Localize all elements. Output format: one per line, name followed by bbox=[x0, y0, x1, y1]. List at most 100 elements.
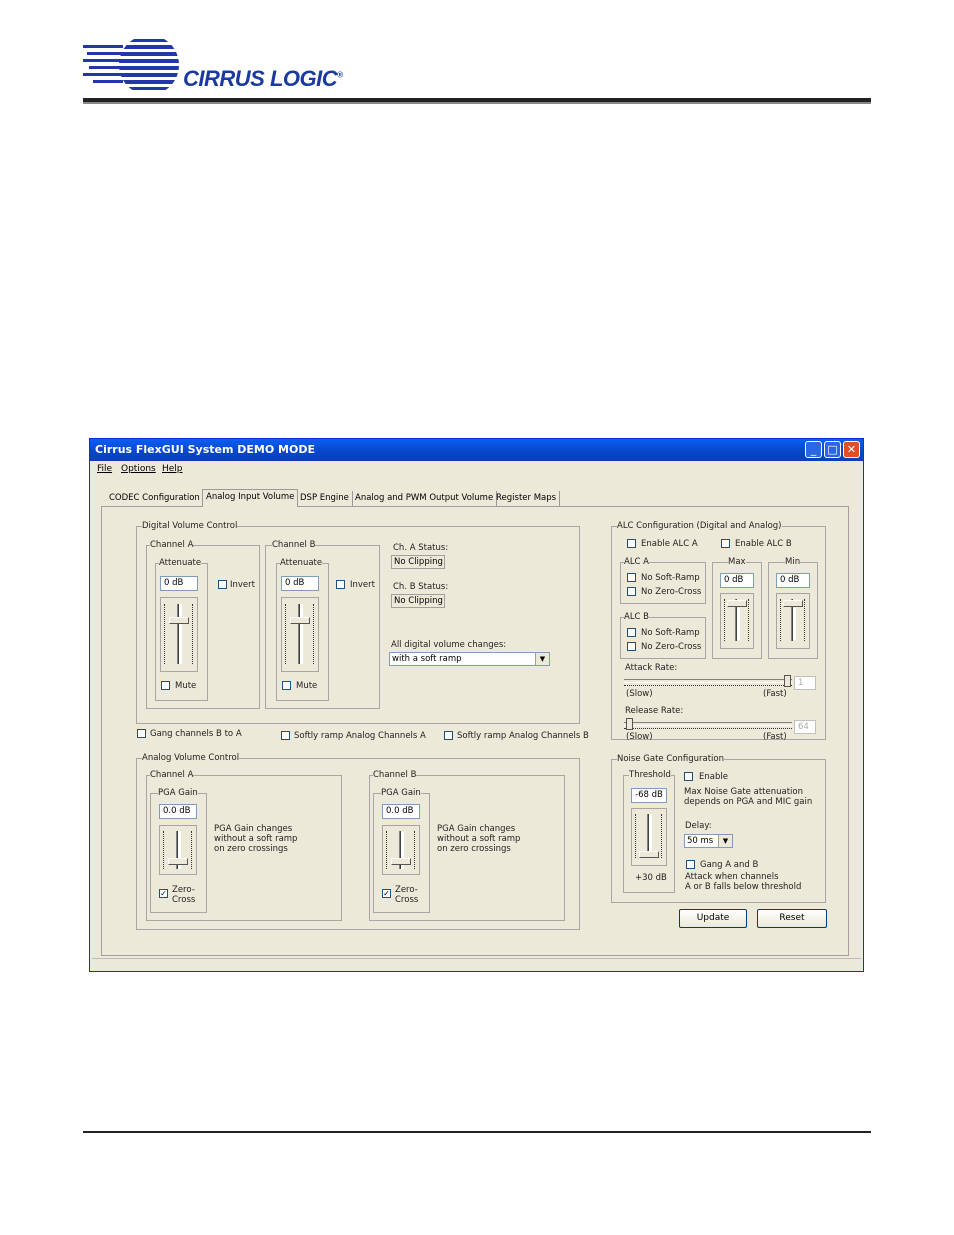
ch-a-status-label: Ch. A Status: bbox=[393, 543, 449, 553]
threshold-title: Threshold bbox=[629, 770, 671, 780]
analog-volume-title: Analog Volume Control bbox=[142, 753, 240, 763]
menu-options[interactable]: Options bbox=[121, 464, 156, 474]
threshold-value[interactable]: -68 dB bbox=[631, 788, 667, 803]
mute-b-checkbox[interactable] bbox=[282, 681, 291, 690]
enable-alc-b-checkbox[interactable] bbox=[721, 539, 730, 548]
attenuate-b-title: Attenuate bbox=[280, 558, 323, 568]
attenuate-b-thumb[interactable] bbox=[290, 617, 310, 624]
alc-a-no-soft-ramp-label: No Soft-Ramp bbox=[641, 573, 700, 583]
release-rate-label: Release Rate: bbox=[625, 706, 684, 716]
attack-fast-label: (Fast) bbox=[763, 689, 787, 699]
delay-dropdown[interactable]: 50 ms ▼ bbox=[684, 834, 733, 848]
minimize-icon[interactable]: _ bbox=[805, 441, 822, 458]
update-button[interactable]: Update bbox=[679, 909, 747, 928]
reset-button[interactable]: Reset bbox=[757, 909, 827, 928]
release-rate-thumb[interactable] bbox=[626, 718, 633, 730]
attenuate-b-slider[interactable] bbox=[281, 597, 319, 672]
zero-cross-a-label: Zero- Cross bbox=[172, 885, 196, 905]
pga-gain-b-value[interactable]: 0.0 dB bbox=[382, 804, 420, 819]
digital-channel-a-title: Channel A bbox=[150, 540, 194, 550]
ch-a-status: No Clipping bbox=[391, 555, 445, 569]
alc-b-no-zero-cross-checkbox[interactable] bbox=[627, 642, 636, 651]
attack-rate-slider[interactable] bbox=[624, 675, 792, 689]
attack-rate-label: Attack Rate: bbox=[625, 663, 678, 673]
pga-gain-a-value[interactable]: 0.0 dB bbox=[159, 804, 197, 819]
delay-value: 50 ms bbox=[687, 836, 714, 846]
tab-codec-configuration[interactable]: CODEC Configuration bbox=[106, 491, 204, 506]
pga-gain-a-slider[interactable] bbox=[159, 825, 197, 875]
soft-ramp-b-label: Softly ramp Analog Channels B bbox=[457, 731, 589, 741]
volume-changes-value: with a soft ramp bbox=[392, 654, 462, 664]
enable-alc-a-checkbox[interactable] bbox=[627, 539, 636, 548]
delay-label: Delay: bbox=[685, 821, 712, 831]
alc-min-value[interactable]: 0 dB bbox=[776, 573, 810, 588]
noise-gate-title: Noise Gate Configuration bbox=[617, 754, 724, 764]
attack-rate-value[interactable]: 1 bbox=[794, 676, 816, 690]
mute-a-label: Mute bbox=[175, 681, 197, 691]
volume-changes-dropdown[interactable]: with a soft ramp ▼ bbox=[389, 652, 550, 666]
attenuate-a-thumb[interactable] bbox=[169, 617, 189, 624]
pga-note-b: PGA Gain changes without a soft ramp on … bbox=[437, 824, 521, 854]
analog-channel-b-title: Channel B bbox=[373, 770, 417, 780]
alc-min-thumb[interactable] bbox=[783, 600, 803, 607]
tab-analog-input-volume[interactable]: Analog Input Volume bbox=[202, 489, 299, 507]
title-bar[interactable]: Cirrus FlexGUI System DEMO MODE _ □ ✕ bbox=[90, 439, 863, 461]
ch-b-status-label: Ch. B Status: bbox=[393, 582, 449, 592]
pga-gain-b-thumb[interactable] bbox=[391, 858, 411, 865]
tab-register-maps[interactable]: Register Maps bbox=[493, 491, 561, 506]
gang-a-b-checkbox[interactable] bbox=[686, 860, 695, 869]
attack-rate-thumb[interactable] bbox=[784, 675, 791, 687]
menu-help[interactable]: Help bbox=[162, 464, 183, 474]
maximize-icon[interactable]: □ bbox=[824, 441, 841, 458]
alc-max-slider[interactable] bbox=[720, 593, 754, 649]
release-rate-slider[interactable] bbox=[624, 718, 792, 732]
invert-b-label: Invert bbox=[350, 580, 375, 590]
ch-b-status: No Clipping bbox=[391, 594, 445, 608]
zero-cross-b-label: Zero- Cross bbox=[395, 885, 419, 905]
zero-cross-b-checkbox[interactable]: ✓ bbox=[382, 889, 391, 898]
tab-dsp-engine[interactable]: DSP Engine bbox=[297, 491, 353, 506]
invert-a-checkbox[interactable] bbox=[218, 580, 227, 589]
release-slow-label: (Slow) bbox=[626, 732, 653, 742]
digital-channel-b-title: Channel B bbox=[272, 540, 316, 550]
chevron-down-icon[interactable]: ▼ bbox=[718, 835, 732, 847]
app-window: Cirrus FlexGUI System DEMO MODE _ □ ✕ Fi… bbox=[89, 438, 864, 972]
invert-b-checkbox[interactable] bbox=[336, 580, 345, 589]
pga-gain-b-slider[interactable] bbox=[382, 825, 420, 875]
pga-gain-b-title: PGA Gain bbox=[381, 788, 421, 798]
tab-panel: Digital Volume Control Channel A Attenua… bbox=[101, 506, 849, 956]
alc-max-value[interactable]: 0 dB bbox=[720, 573, 754, 588]
attenuate-a-value[interactable]: 0 dB bbox=[160, 576, 198, 591]
gang-channels-checkbox[interactable] bbox=[137, 729, 146, 738]
alc-a-no-zero-cross-checkbox[interactable] bbox=[627, 587, 636, 596]
chevron-down-icon[interactable]: ▼ bbox=[535, 653, 549, 665]
soft-ramp-b-checkbox[interactable] bbox=[444, 731, 453, 740]
threshold-slider[interactable] bbox=[631, 808, 667, 866]
alc-title: ALC Configuration (Digital and Analog) bbox=[617, 521, 782, 531]
digital-volume-title: Digital Volume Control bbox=[142, 521, 238, 531]
status-bar bbox=[92, 958, 861, 971]
alc-max-thumb[interactable] bbox=[727, 600, 747, 607]
soft-ramp-a-checkbox[interactable] bbox=[281, 731, 290, 740]
alc-a-group bbox=[620, 562, 706, 604]
menu-file[interactable]: File bbox=[97, 464, 112, 474]
volume-changes-label: All digital volume changes: bbox=[391, 640, 507, 650]
alc-b-no-soft-ramp-checkbox[interactable] bbox=[627, 628, 636, 637]
noise-gate-enable-checkbox[interactable] bbox=[684, 772, 693, 781]
alc-min-slider[interactable] bbox=[776, 593, 810, 649]
threshold-thumb[interactable] bbox=[639, 851, 659, 858]
close-icon[interactable]: ✕ bbox=[843, 441, 860, 458]
mute-a-checkbox[interactable] bbox=[161, 681, 170, 690]
release-rate-value[interactable]: 64 bbox=[794, 720, 816, 734]
attenuate-b-value[interactable]: 0 dB bbox=[281, 576, 319, 591]
pga-gain-a-thumb[interactable] bbox=[168, 858, 188, 865]
alc-a-no-soft-ramp-checkbox[interactable] bbox=[627, 573, 636, 582]
tab-analog-pwm-output-volume[interactable]: Analog and PWM Output Volume bbox=[352, 491, 498, 506]
zero-cross-a-checkbox[interactable]: ✓ bbox=[159, 889, 168, 898]
attenuate-a-slider[interactable] bbox=[160, 597, 198, 672]
gang-a-b-label: Gang A and B bbox=[700, 860, 759, 870]
alc-a-title: ALC A bbox=[624, 557, 650, 567]
alc-min-title: Min bbox=[785, 557, 801, 567]
alc-b-group bbox=[620, 617, 706, 659]
invert-a-label: Invert bbox=[230, 580, 255, 590]
